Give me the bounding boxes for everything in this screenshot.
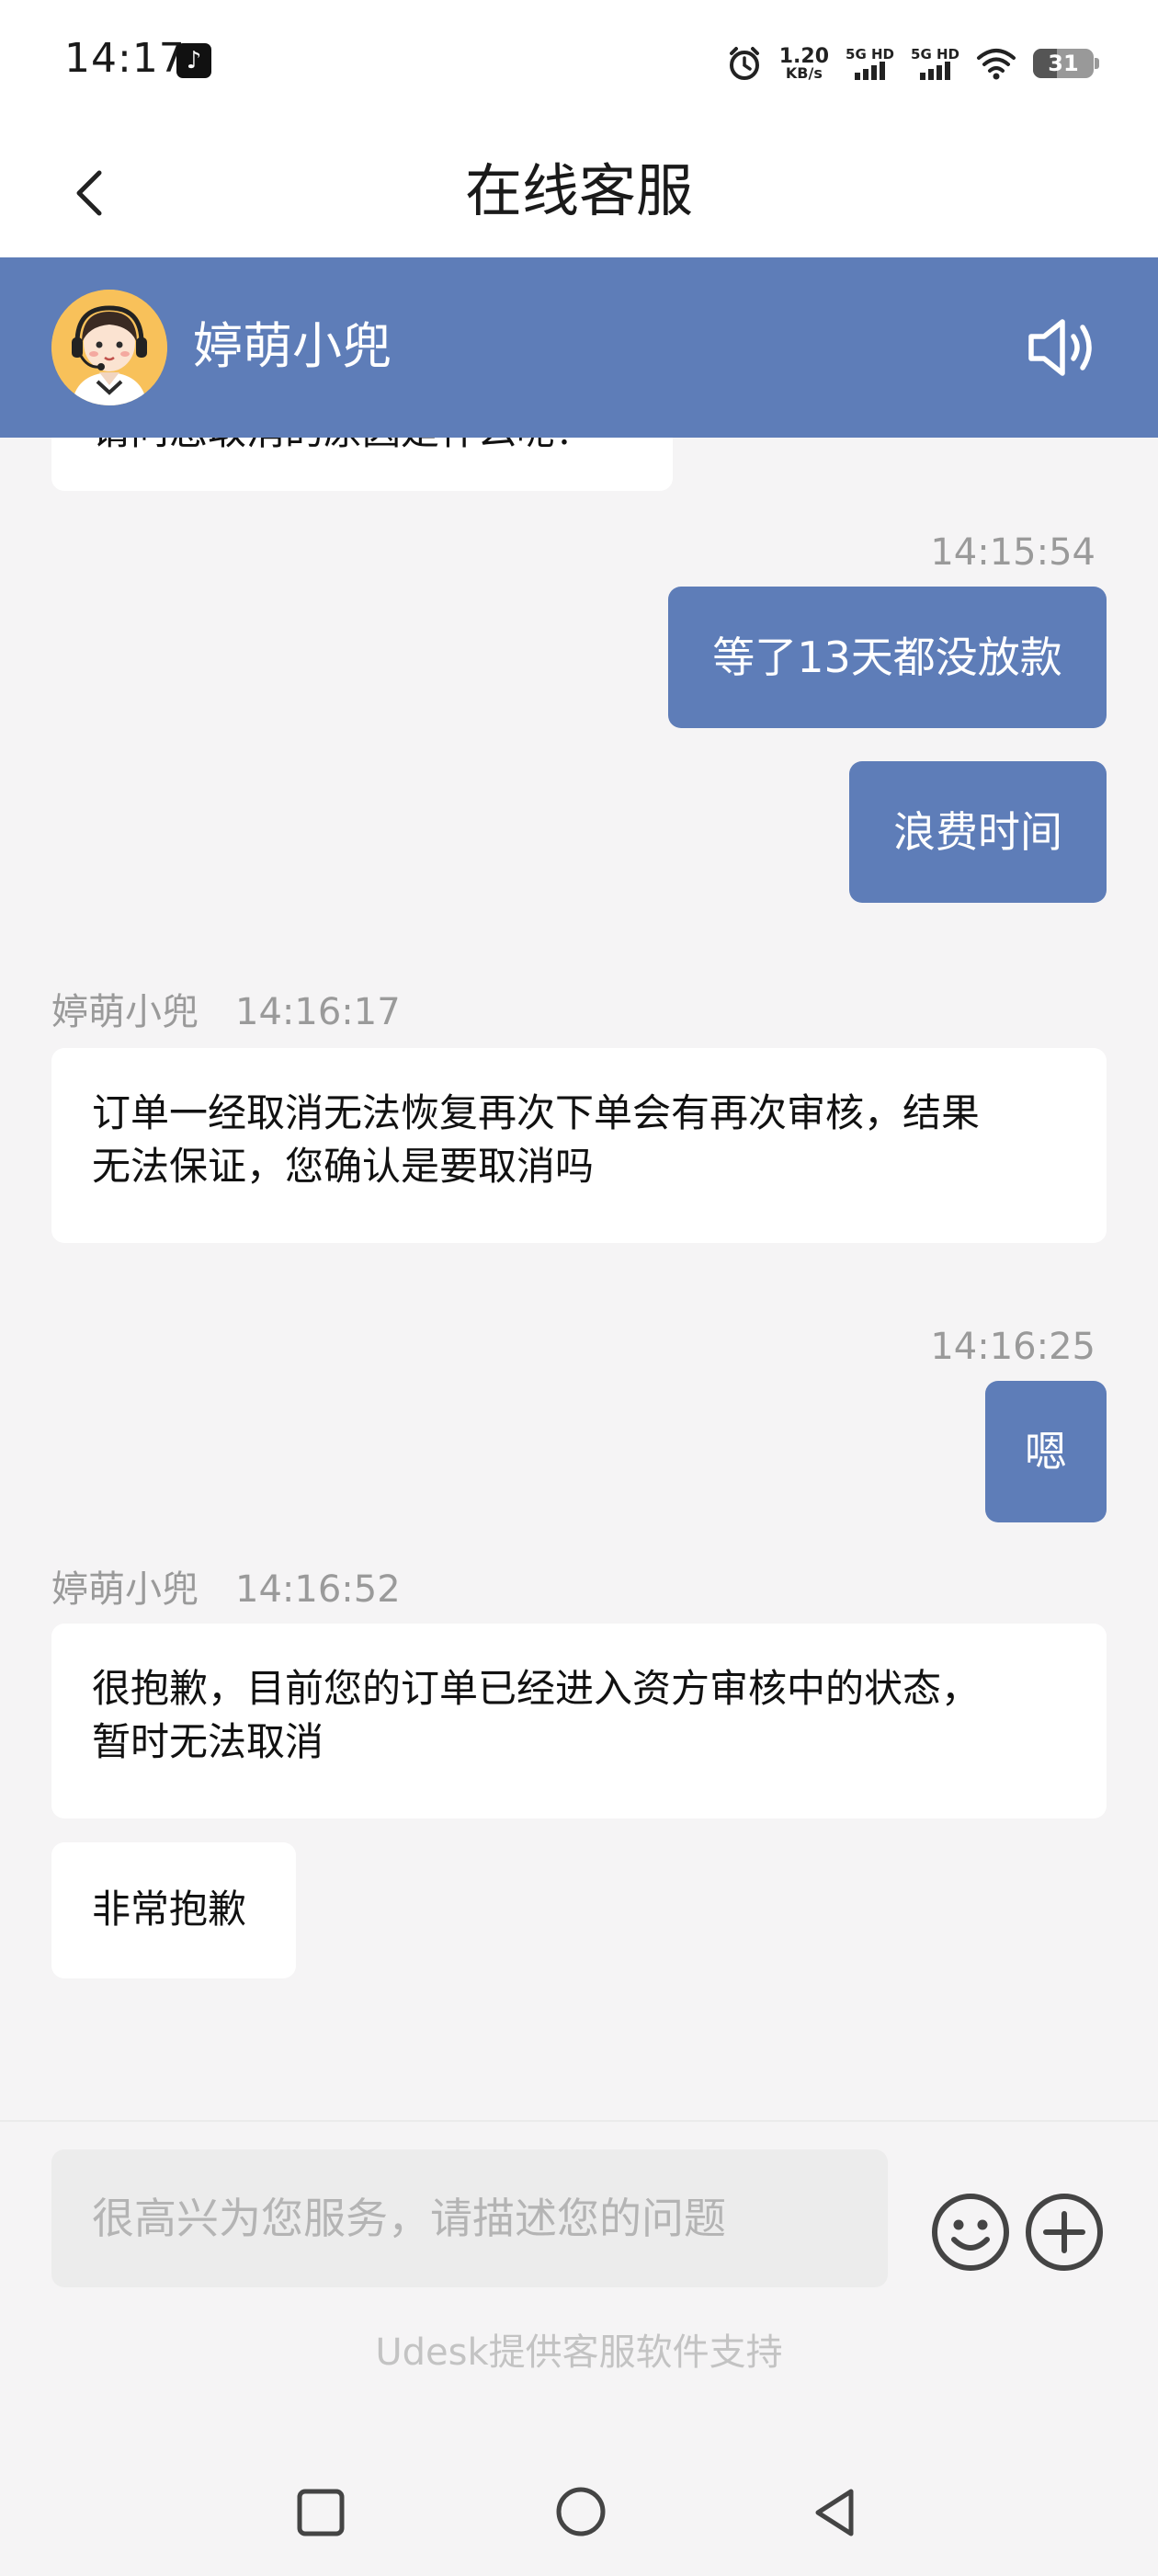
message-bubble-agent: 非常抱歉 [51, 1842, 296, 1978]
battery-icon: 31 [1033, 49, 1099, 78]
signal-5g-2: 5G HD [911, 47, 959, 80]
signal-bars-icon [855, 62, 886, 80]
message-line: 暂时无法取消 [92, 1719, 324, 1764]
triangle-back-icon[interactable] [809, 2486, 860, 2539]
message-line: 订单一经取消无法恢复再次下单会有再次审核，结果 [92, 1090, 981, 1135]
signal-5g-1: 5G HD [846, 47, 894, 80]
system-nav-bar [0, 2464, 1158, 2556]
message-text: 非常抱歉 [92, 1886, 247, 1932]
message-text: 嗯 [1025, 1427, 1067, 1476]
square-recents-icon[interactable] [296, 2488, 346, 2537]
message-bubble-user: 浪费时间 [849, 761, 1107, 903]
agent-header: 婷萌小兜 [0, 257, 1158, 438]
message-text: 浪费时间 [893, 807, 1062, 857]
speed-value: 1.20 [778, 44, 830, 68]
message-bubble-user: 等了13天都没放款 [668, 587, 1107, 728]
status-bar: 14:17 ♪ 1.20 KB/s 5G HD 5G HD 31 [0, 0, 1158, 129]
message-timestamp: 14:16:25 [930, 1326, 1096, 1368]
powered-by-note: Udesk提供客服软件支持 [375, 2331, 783, 2374]
support-agent-avatar [51, 290, 167, 405]
message-bubble-user: 嗯 [985, 1381, 1107, 1522]
message-text: 等了13天都没放款 [712, 633, 1062, 682]
nav-bar: 在线客服 [0, 129, 1158, 257]
message-timestamp: 14:15:54 [930, 531, 1096, 574]
plus-circle-icon[interactable] [1024, 2192, 1105, 2273]
network-speed: 1.20 KB/s [778, 44, 830, 82]
status-indicators: 1.20 KB/s 5G HD 5G HD 31 [726, 40, 1099, 86]
circle-home-icon[interactable] [555, 2486, 607, 2537]
agent-name: 婷萌小兜 [193, 317, 392, 375]
agent-avatar [51, 290, 167, 405]
page-title: 在线客服 [464, 157, 693, 224]
message-line: 很抱歉，目前您的订单已经进入资方审核中的状态， [92, 1666, 981, 1711]
battery-level: 31 [1048, 51, 1079, 76]
emoji-smile-icon[interactable] [930, 2192, 1011, 2273]
message-input[interactable] [51, 2149, 888, 2287]
message-timestamp: 14:16:52 [235, 1568, 401, 1611]
network-label-2: 5G HD [911, 46, 959, 63]
speaker-volume-icon[interactable] [1026, 313, 1099, 382]
sender-name: 婷萌小兜 [51, 1568, 199, 1611]
tiktok-icon: ♪ [176, 43, 211, 78]
signal-bars-icon [920, 62, 950, 80]
message-bubble-agent: 订单一经取消无法恢复再次下单会有再次审核，结果 无法保证，您确认是要取消吗 [51, 1048, 1107, 1243]
message-bubble-agent: 很抱歉，目前您的订单已经进入资方审核中的状态， 暂时无法取消 [51, 1624, 1107, 1818]
message-meta: 婷萌小兜 14:16:17 [51, 989, 401, 1035]
message-meta: 婷萌小兜 14:16:52 [51, 1567, 401, 1613]
message-timestamp: 14:16:17 [235, 991, 401, 1033]
sender-name: 婷萌小兜 [51, 991, 199, 1033]
alarm-clock-icon [729, 47, 759, 80]
speed-unit: KB/s [785, 63, 823, 82]
message-line: 无法保证，您确认是要取消吗 [92, 1144, 595, 1189]
wifi-icon [977, 49, 1016, 80]
network-label-1: 5G HD [846, 46, 895, 63]
status-time: 14:17 [64, 35, 186, 82]
